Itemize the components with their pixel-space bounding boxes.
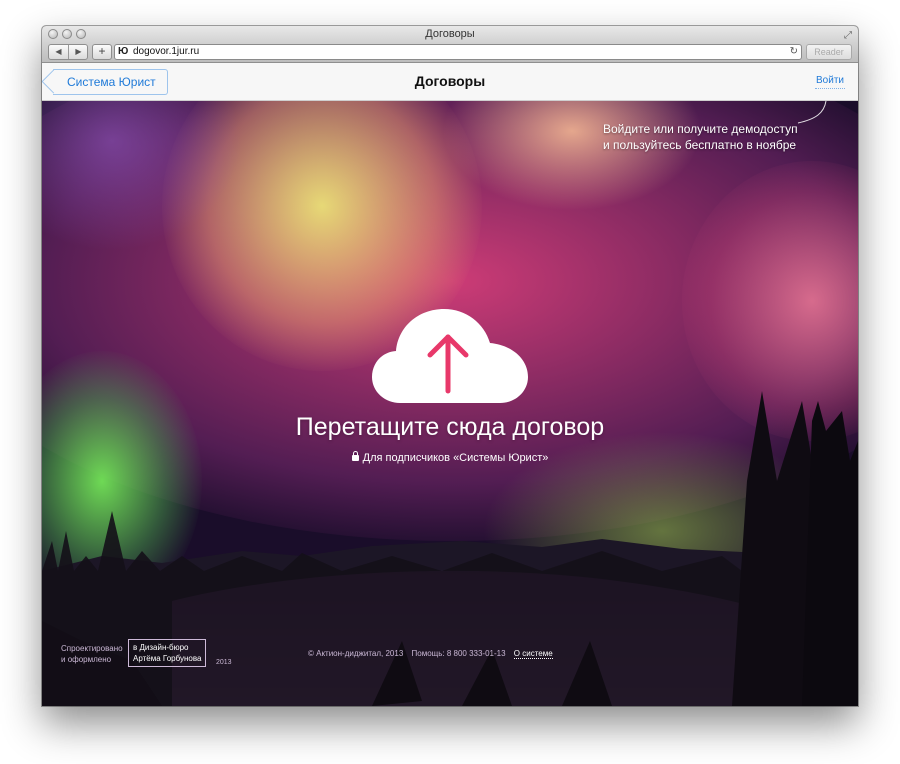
reload-icon[interactable]: ↻ — [790, 45, 798, 59]
site-favicon: Ю — [118, 46, 129, 57]
studio-line-1: в Дизайн-бюро — [133, 643, 189, 652]
page-nav-bar: Договоры Система Юрист Войти — [42, 63, 858, 101]
minimize-window-button[interactable] — [62, 29, 72, 39]
about-system-link[interactable]: О системе — [513, 649, 553, 659]
url-text[interactable]: dogovor.1jur.ru — [133, 45, 199, 59]
drop-headline: Перетащите сюда договор — [295, 413, 605, 441]
forward-arrow-icon[interactable]: ▶ — [69, 45, 88, 59]
window-titlebar: Договоры ⤢ — [42, 26, 858, 42]
page-footer: © Актион-диджитал, 2013 Помощь: 8 800 33… — [308, 649, 559, 659]
studio-line-2: Артёма Горбунова — [133, 654, 202, 663]
back-arrow-icon[interactable]: ◀ — [49, 45, 69, 59]
login-hint-line-1: Войдите или получите демодоступ — [603, 122, 798, 136]
copyright-text: © Актион-диджитал, 2013 — [308, 649, 404, 658]
close-window-button[interactable] — [48, 29, 58, 39]
designed-by-label: Спроектировано и оформлено — [61, 643, 123, 665]
designed-line-1: Спроектировано — [61, 644, 123, 653]
login-hint: Войдите или получите демодоступ и пользу… — [603, 121, 798, 153]
design-studio-link[interactable]: в Дизайн-бюро Артёма Горбунова — [128, 639, 207, 667]
add-bookmark-button[interactable]: + — [92, 44, 112, 60]
browser-window: Договоры ⤢ ◀ ▶ + Ю dogovor.1jur.ru ↻ Rea… — [42, 26, 858, 706]
address-bar[interactable]: Ю dogovor.1jur.ru ↻ — [114, 44, 802, 60]
back-to-system-button[interactable]: Система Юрист — [53, 69, 168, 95]
back-button-label: Система Юрист — [67, 75, 156, 89]
subscribers-note-text: Для подписчиков «Системы Юрист» — [362, 452, 549, 464]
history-buttons: ◀ ▶ — [48, 44, 88, 60]
forest-silhouette — [42, 391, 858, 706]
window-title: Договоры — [425, 28, 475, 40]
help-phone: Помощь: 8 800 333-01-13 — [411, 649, 506, 658]
hint-arrow-icon — [797, 101, 827, 124]
zoom-window-button[interactable] — [76, 29, 86, 39]
designed-line-2: и оформлено — [61, 655, 112, 664]
login-hint-line-2: и пользуйтесь бесплатно в ноябре — [603, 138, 797, 152]
login-link[interactable]: Войти — [815, 75, 845, 89]
lock-icon — [351, 451, 359, 461]
credit-year: 2013 — [216, 659, 232, 666]
browser-toolbar: ◀ ▶ + Ю dogovor.1jur.ru ↻ Reader — [42, 42, 858, 63]
reader-button[interactable]: Reader — [806, 44, 852, 60]
cloud-upload-icon[interactable] — [372, 307, 528, 403]
subscribers-note: Для подписчиков «Системы Юрист» — [42, 451, 858, 464]
upload-drop-zone[interactable]: Войдите или получите демодоступ и пользу… — [42, 101, 858, 706]
